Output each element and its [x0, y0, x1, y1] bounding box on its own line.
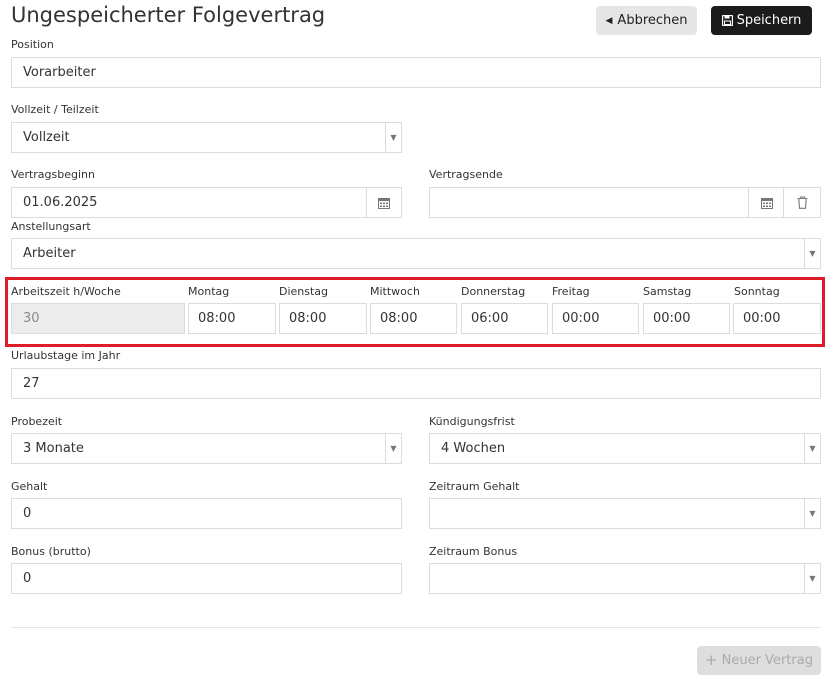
- calendar-icon[interactable]: [748, 188, 784, 217]
- calendar-icon[interactable]: [366, 188, 401, 217]
- gehalt-label: Gehalt: [11, 480, 48, 493]
- chevron-down-icon: ▼: [804, 434, 820, 463]
- new-contract-button-label: Neuer Vertrag: [721, 653, 813, 668]
- time-input-dienstag[interactable]: 08:00: [279, 303, 367, 334]
- day-value: 06:00: [471, 311, 509, 326]
- kuendigung-select[interactable]: 4 Wochen ▼: [429, 433, 821, 464]
- chevron-down-icon: ▼: [804, 564, 820, 593]
- chevron-down-icon: ▼: [385, 123, 401, 152]
- new-contract-button[interactable]: + Neuer Vertrag: [697, 646, 821, 675]
- bonus-label: Bonus (brutto): [11, 545, 91, 558]
- urlaub-label: Urlaubstage im Jahr: [11, 349, 121, 362]
- day-label-montag: Montag: [188, 285, 230, 298]
- arbeitszeit-value: 30: [23, 311, 40, 326]
- day-value: 08:00: [380, 311, 418, 326]
- vollzeit-select[interactable]: Vollzeit ▼: [11, 122, 402, 153]
- position-value: Vorarbeiter: [23, 65, 96, 80]
- vollzeit-label: Vollzeit / Teilzeit: [11, 103, 99, 116]
- gehalt-value: 0: [23, 506, 32, 521]
- vertragsbeginn-value: 01.06.2025: [23, 195, 98, 210]
- save-button[interactable]: Speichern: [711, 6, 812, 35]
- page-title: Ungespeicherter Folgevertrag: [11, 3, 326, 27]
- day-label-sonntag: Sonntag: [734, 285, 780, 298]
- probezeit-value: 3 Monate: [23, 441, 84, 456]
- day-value: 00:00: [653, 311, 691, 326]
- bonus-value: 0: [23, 571, 32, 586]
- day-value: 00:00: [743, 311, 781, 326]
- anstellungsart-value: Arbeiter: [23, 246, 76, 261]
- vertragsbeginn-input[interactable]: 01.06.2025: [11, 187, 402, 218]
- save-button-label: Speichern: [736, 13, 802, 28]
- day-label-dienstag: Dienstag: [279, 285, 329, 298]
- position-input[interactable]: Vorarbeiter: [11, 57, 821, 88]
- kuendigung-label: Kündigungsfrist: [429, 415, 515, 428]
- time-input-donnerstag[interactable]: 06:00: [461, 303, 548, 334]
- gehalt-input[interactable]: 0: [11, 498, 402, 529]
- divider: [11, 627, 821, 628]
- anstellungsart-label: Anstellungsart: [11, 220, 91, 233]
- day-label-freitag: Freitag: [552, 285, 590, 298]
- cancel-button[interactable]: ◀ Abbrechen: [596, 6, 697, 35]
- vertragsende-label: Vertragsende: [429, 168, 503, 181]
- vertragsbeginn-label: Vertragsbeginn: [11, 168, 95, 181]
- time-input-samstag[interactable]: 00:00: [643, 303, 730, 334]
- probezeit-label: Probezeit: [11, 415, 63, 428]
- arbeitszeit-label: Arbeitszeit h/Woche: [11, 285, 121, 298]
- urlaub-value: 27: [23, 376, 40, 391]
- urlaub-input[interactable]: 27: [11, 368, 821, 399]
- chevron-left-icon: ◀: [605, 15, 613, 26]
- zeitraum-gehalt-select[interactable]: ▼: [429, 498, 821, 529]
- time-input-sonntag[interactable]: 00:00: [733, 303, 821, 334]
- day-label-mittwoch: Mittwoch: [370, 285, 420, 298]
- zeitraum-gehalt-label: Zeitraum Gehalt: [429, 480, 520, 493]
- chevron-down-icon: ▼: [804, 239, 820, 268]
- day-label-donnerstag: Donnerstag: [461, 285, 526, 298]
- zeitraum-bonus-select[interactable]: ▼: [429, 563, 821, 594]
- kuendigung-value: 4 Wochen: [441, 441, 506, 456]
- floppy-disk-icon: [721, 15, 733, 26]
- day-value: 08:00: [198, 311, 236, 326]
- time-input-mittwoch[interactable]: 08:00: [370, 303, 457, 334]
- position-label: Position: [11, 38, 54, 51]
- plus-icon: +: [705, 651, 718, 669]
- probezeit-select[interactable]: 3 Monate ▼: [11, 433, 402, 464]
- time-input-freitag[interactable]: 00:00: [552, 303, 639, 334]
- time-input-montag[interactable]: 08:00: [188, 303, 276, 334]
- cancel-button-label: Abbrechen: [617, 13, 688, 28]
- day-label-samstag: Samstag: [643, 285, 692, 298]
- chevron-down-icon: ▼: [385, 434, 401, 463]
- bonus-input[interactable]: 0: [11, 563, 402, 594]
- anstellungsart-select[interactable]: Arbeiter ▼: [11, 238, 821, 269]
- day-value: 00:00: [562, 311, 600, 326]
- chevron-down-icon: ▼: [804, 499, 820, 528]
- trash-icon[interactable]: [783, 188, 820, 217]
- vertragsende-input[interactable]: [429, 187, 821, 218]
- vollzeit-value: Vollzeit: [23, 130, 70, 145]
- arbeitszeit-input: 30: [11, 303, 185, 334]
- day-value: 08:00: [289, 311, 327, 326]
- zeitraum-bonus-label: Zeitraum Bonus: [429, 545, 518, 558]
